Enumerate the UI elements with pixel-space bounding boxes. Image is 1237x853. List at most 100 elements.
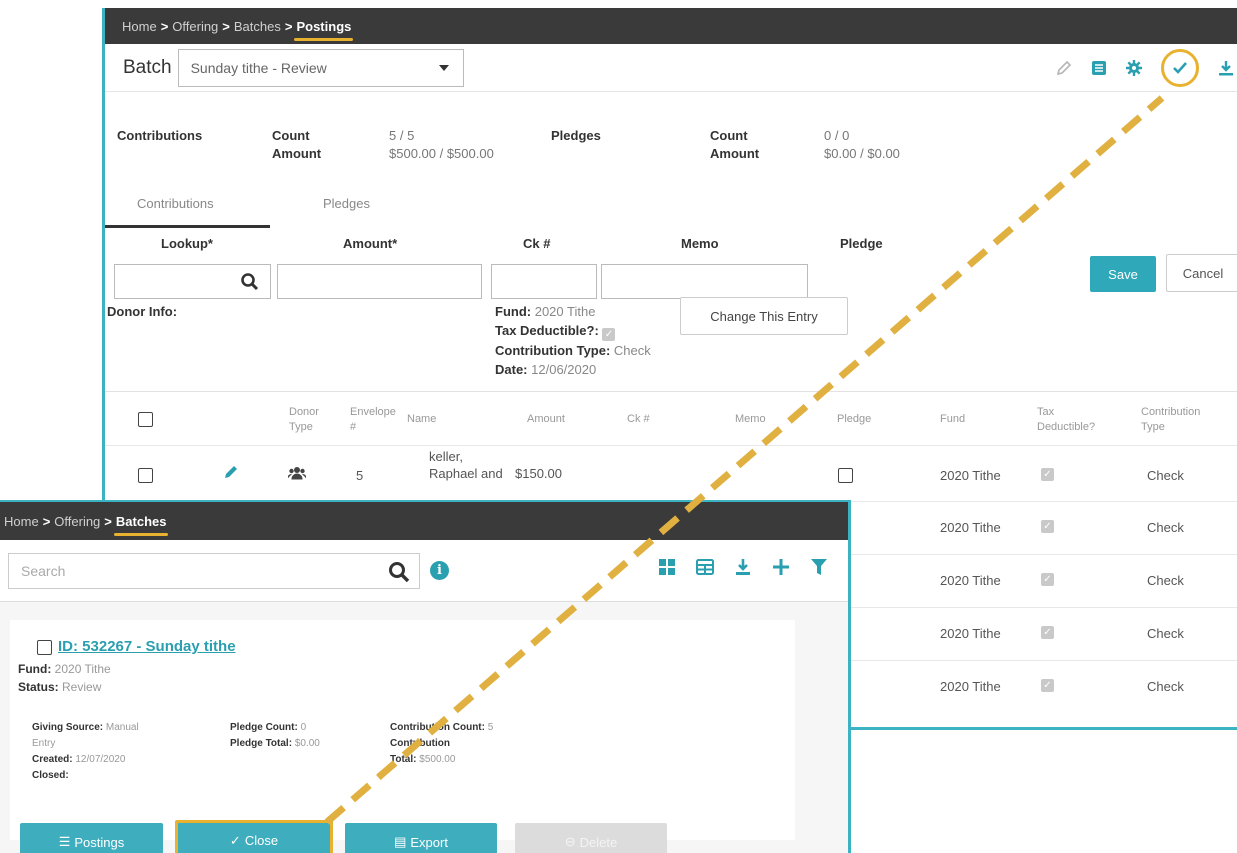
contrib-total-key-1: Contribution <box>390 738 450 749</box>
table-icon[interactable] <box>1091 60 1107 76</box>
donor-info-label: Donor Info: <box>107 304 178 319</box>
row-pledge-checkbox[interactable] <box>838 468 853 483</box>
contrib-total-value: $500.00 <box>419 754 456 765</box>
search-icon[interactable] <box>240 272 260 292</box>
row-amount: $150.00 <box>515 466 562 481</box>
tab-contributions[interactable]: Contributions <box>105 194 270 228</box>
row-tax-checked-icon: ✓ <box>1041 626 1054 639</box>
search-row: Search i <box>0 540 848 602</box>
row-tax-checked-icon: ✓ <box>1041 468 1054 481</box>
table-row[interactable]: 5 keller, Raphael and $150.00 2020 Tithe … <box>105 445 1237 501</box>
lookup-input[interactable] <box>114 264 271 299</box>
info-icon[interactable]: i <box>430 561 449 580</box>
giving-source-value-1: Manual <box>105 722 139 733</box>
batch-select-value: Sunday tithe - Review <box>190 59 327 76</box>
plus-icon[interactable] <box>772 558 790 582</box>
amount-input[interactable] <box>277 264 482 299</box>
breadcrumb-home[interactable]: Home <box>4 514 39 529</box>
approve-check-icon[interactable] <box>1161 49 1199 87</box>
row-fund: 2020 Tithe <box>940 468 1001 483</box>
created-value: 12/07/2020 <box>75 754 126 765</box>
download-icon[interactable] <box>734 558 752 582</box>
cancel-button[interactable]: Cancel <box>1166 254 1237 292</box>
download-icon[interactable] <box>1217 59 1235 77</box>
batches-toolbar <box>658 558 828 582</box>
filter-icon[interactable] <box>810 558 828 582</box>
batch-header: Batch Sunday tithe - Review <box>105 44 1237 92</box>
postings-button[interactable]: ☰ Postings <box>20 823 163 853</box>
contrib-count-label: Count <box>272 128 310 143</box>
export-button[interactable]: ▤ Export <box>345 823 497 853</box>
col-envelope-l1: Envelope <box>350 406 396 418</box>
batch-label: Batch <box>123 56 172 78</box>
col-donor-type-l1: Donor <box>289 406 319 418</box>
card-fund-key: Fund: <box>18 662 52 676</box>
col-ctype-l2: Type <box>1141 421 1165 433</box>
memo-label: Memo <box>681 236 719 251</box>
breadcrumb: Home > Offering > Batches > Postings <box>105 8 1237 44</box>
row-fund: 2020 Tithe <box>940 520 1001 535</box>
card-status: Status: Review <box>18 680 101 694</box>
contribution-type-key: Contribution Type: <box>495 343 611 358</box>
search-icon[interactable] <box>387 560 411 584</box>
pledge-count-value: 0 <box>300 722 307 733</box>
pledge-total-value: $0.00 <box>294 738 320 749</box>
tab-pledges[interactable]: Pledges <box>323 194 370 228</box>
contrib-count-value: 5 <box>487 722 494 733</box>
file-icon: ▤ <box>394 834 407 849</box>
col-amount: Amount <box>527 413 565 425</box>
row-name-l2: Raphael and <box>429 466 503 481</box>
batch-card-title[interactable]: ID: 532267 - Sunday tithe <box>58 638 236 655</box>
giving-source-key: Giving Source: <box>32 722 104 733</box>
tax-deductible-key: Tax Deductible?: <box>495 323 599 338</box>
breadcrumb: Home > Offering > Batches <box>0 502 848 540</box>
delete-button: ⊖ Delete <box>515 823 667 853</box>
batch-select[interactable]: Sunday tithe - Review <box>177 48 464 87</box>
col-envelope-l2: # <box>350 421 357 433</box>
pledge-total-key: Pledge Total: <box>230 738 293 749</box>
breadcrumb-home[interactable]: Home <box>122 19 157 34</box>
batch-card-checkbox[interactable] <box>37 640 52 655</box>
contribution-type-value: Check <box>613 343 651 358</box>
export-button-label: Export <box>410 834 448 850</box>
fund-value: 2020 Tithe <box>534 304 596 319</box>
col-name: Name <box>407 413 437 425</box>
edit-pencil-icon[interactable] <box>223 464 239 483</box>
pencil-icon[interactable] <box>1055 59 1073 77</box>
close-button[interactable]: ✓ Close <box>175 820 333 853</box>
breadcrumb-separator: > <box>42 513 51 529</box>
check-number-input[interactable] <box>491 264 597 299</box>
date-value: 12/06/2020 <box>531 362 597 377</box>
select-all-checkbox[interactable] <box>138 412 153 427</box>
breadcrumb-batches[interactable]: Batches <box>234 19 281 34</box>
card-status-value: Review <box>62 680 102 694</box>
breadcrumb-offering[interactable]: Offering <box>54 514 100 529</box>
breadcrumb-offering[interactable]: Offering <box>172 19 218 34</box>
pledges-heading: Pledges <box>551 128 601 143</box>
created-key: Created: <box>32 754 73 765</box>
date-key: Date: <box>495 362 528 377</box>
pledge-count-key: Pledge Count: <box>230 722 298 733</box>
change-entry-button[interactable]: Change This Entry <box>680 297 848 335</box>
memo-input[interactable] <box>601 264 808 299</box>
save-button[interactable]: Save <box>1090 256 1156 292</box>
card-area: ID: 532267 - Sunday tithe Fund: 2020 Tit… <box>0 602 848 853</box>
entry-form: Lookup* Amount* Ck # Memo Pledge Save Ca… <box>105 234 1237 394</box>
search-input[interactable]: Search <box>8 553 420 589</box>
contribution-info: Contribution Count: 5 Contribution Total… <box>390 720 493 768</box>
ck-label: Ck # <box>523 236 551 251</box>
row-fund: 2020 Tithe <box>940 679 1001 694</box>
row-checkbox[interactable] <box>138 468 153 483</box>
gear-icon[interactable] <box>1125 59 1143 77</box>
table-icon[interactable] <box>696 558 714 582</box>
breadcrumb-separator: > <box>104 513 112 529</box>
grid-view-icon[interactable] <box>658 558 676 582</box>
row-tax-checked-icon: ✓ <box>1041 679 1054 692</box>
breadcrumb-separator: > <box>222 18 230 34</box>
card-fund-value: 2020 Tithe <box>54 662 111 676</box>
contrib-total-key-2: Total: <box>390 754 417 765</box>
col-tax-l2: Deductible? <box>1037 421 1096 433</box>
row-tax-checked-icon: ✓ <box>1041 573 1054 586</box>
minus-circle-icon: ⊖ <box>564 834 576 849</box>
batches-window: Home > Offering > Batches Search i ID: 5… <box>0 500 851 853</box>
